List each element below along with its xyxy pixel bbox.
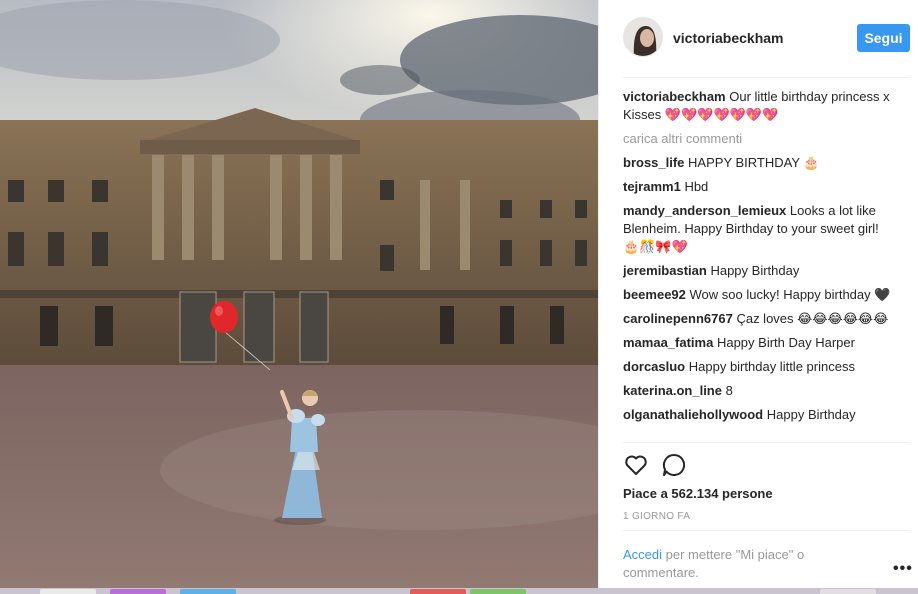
comment-username[interactable]: tejramm1 xyxy=(623,179,681,194)
taskbar-button[interactable] xyxy=(180,589,236,594)
more-options-icon[interactable]: ••• xyxy=(893,560,913,578)
post-sidebar: victoriabeckham Segui victoriabeckham Ou… xyxy=(598,0,918,588)
login-link[interactable]: Accedi xyxy=(623,547,662,562)
comment-item: bross_life HAPPY BIRTHDAY 🎂 xyxy=(623,154,893,172)
comment-item: carolinepenn6767 Çaz loves 😂😂😂😂😂😂 xyxy=(623,310,893,328)
comment-text: Happy Birthday xyxy=(766,407,856,422)
comment-text: Happy birthday little princess xyxy=(688,359,855,374)
comment-username[interactable]: beemee92 xyxy=(623,287,686,302)
comment-username[interactable]: jeremibastian xyxy=(623,263,707,278)
comment-container: bross_life HAPPY BIRTHDAY 🎂 tejramm1 Hbd m… xyxy=(623,154,893,424)
divider xyxy=(623,77,910,78)
follow-button[interactable]: Segui xyxy=(857,24,910,52)
taskbar-button[interactable] xyxy=(40,589,96,594)
taskbar-button[interactable] xyxy=(110,589,166,594)
caption-username[interactable]: victoriabeckham xyxy=(623,89,726,104)
comment-username[interactable]: mamaa_fatima xyxy=(623,335,713,350)
comment-icon[interactable] xyxy=(661,452,687,478)
heart-icon[interactable] xyxy=(623,452,649,478)
divider xyxy=(623,442,910,443)
comment-item: olganathaliehollywood Happy Birthday xyxy=(623,406,893,424)
comment-text: Wow soo lucky! Happy birthday 🖤 xyxy=(689,287,891,302)
comment-username[interactable]: olganathaliehollywood xyxy=(623,407,763,422)
comment-text: Çaz loves 😂😂😂😂😂😂 xyxy=(736,311,889,326)
taskbar-button[interactable] xyxy=(820,589,876,594)
comment-username[interactable]: dorcasluo xyxy=(623,359,685,374)
post-author-username[interactable]: victoriabeckham xyxy=(673,30,784,46)
post-header: victoriabeckham Segui xyxy=(599,0,918,78)
taskbar-button[interactable] xyxy=(470,589,526,594)
comment-username[interactable]: katerina.on_line xyxy=(623,383,722,398)
load-more-comments-link[interactable]: carica altri commenti xyxy=(623,130,893,148)
comment-item: katerina.on_line 8 xyxy=(623,382,893,400)
taskbar-button[interactable] xyxy=(410,589,466,594)
comment-item: dorcasluo Happy birthday little princess xyxy=(623,358,893,376)
comment-item: beemee92 Wow soo lucky! Happy birthday 🖤 xyxy=(623,286,893,304)
comment-item: jeremibastian Happy Birthday xyxy=(623,262,893,280)
comment-text: Hbd xyxy=(684,179,709,194)
comment-item: mamaa_fatima Happy Birth Day Harper xyxy=(623,334,893,352)
login-prompt: Accedi per mettere "Mi piace" o commenta… xyxy=(623,546,853,582)
comment-username[interactable]: bross_life xyxy=(623,155,684,170)
comment-text: HAPPY BIRTHDAY 🎂 xyxy=(688,155,820,170)
avatar[interactable] xyxy=(623,17,663,57)
taskbar xyxy=(0,588,918,594)
divider xyxy=(623,530,910,531)
comments-list[interactable]: victoriabeckham Our little birthday prin… xyxy=(623,88,893,440)
likes-count[interactable]: Piace a 562.134 persone xyxy=(623,486,773,501)
post-timestamp[interactable]: 1 GIORNO FA xyxy=(623,511,690,522)
comment-text: Happy Birth Day Harper xyxy=(716,335,855,350)
comment-item: mandy_anderson_lemieux Looks a lot like … xyxy=(623,202,893,256)
comment-text: 8 xyxy=(725,383,733,398)
comment-username[interactable]: mandy_anderson_lemieux xyxy=(623,203,786,218)
comment-item: tejramm1 Hbd xyxy=(623,178,893,196)
caption: victoriabeckham Our little birthday prin… xyxy=(623,88,893,124)
comment-text: Happy Birthday xyxy=(710,263,800,278)
post-photo[interactable] xyxy=(0,0,598,588)
comment-username[interactable]: carolinepenn6767 xyxy=(623,311,733,326)
